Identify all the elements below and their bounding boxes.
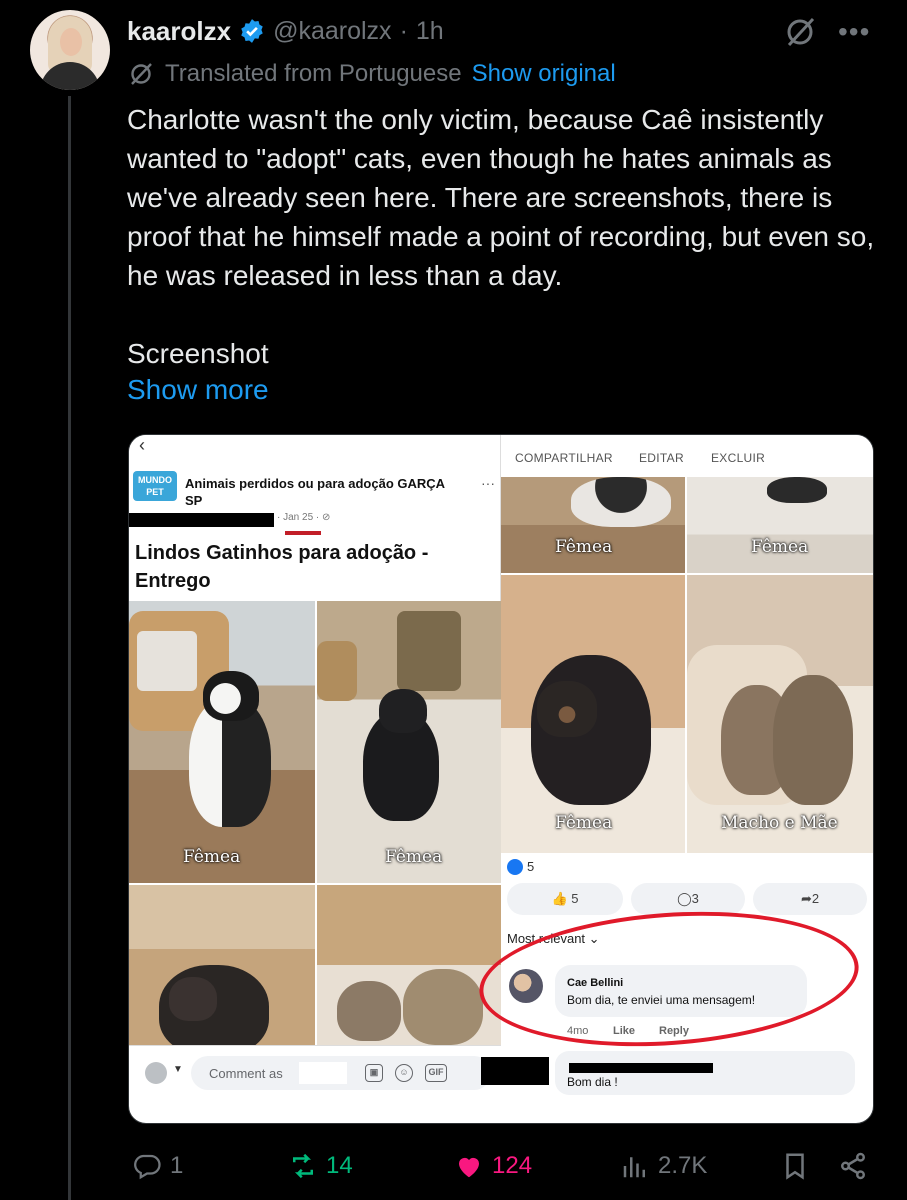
delete-action[interactable]: EXCLUIR (711, 451, 765, 465)
author-handle[interactable]: @kaarolzx (273, 17, 391, 46)
red-highlight-circle (474, 899, 864, 1059)
caption-femea: Fêmea (183, 847, 241, 867)
share-button[interactable] (838, 1148, 868, 1184)
reaction-count: 5 (527, 859, 535, 874)
like-button[interactable]: 124 (454, 1148, 532, 1184)
fb-share-button[interactable]: ➦2 (753, 883, 867, 915)
tweet-actions: 1 14 124 2.7K (128, 1148, 874, 1184)
verified-badge-icon (241, 19, 263, 43)
kitten-photo-8: Macho e Mãe (687, 575, 873, 853)
group-logo: MUNDO PET (133, 471, 177, 501)
kitten-photo-4 (317, 885, 501, 1045)
redaction-bar (129, 513, 274, 527)
avatar[interactable] (30, 10, 110, 90)
fb-post-actions: COMPARTILHAR EDITAR EXCLUIR (501, 435, 873, 477)
post-date: · Jan 25 · ⊘ (277, 512, 331, 523)
share-icon (841, 1152, 865, 1180)
reaction-summary[interactable]: 5 (501, 853, 873, 883)
like-count: 124 (492, 1152, 533, 1179)
caption-femea-2: Fêmea (385, 847, 443, 867)
thread-line (68, 96, 71, 1200)
red-mark (285, 531, 321, 535)
grok-small-icon (131, 63, 152, 85)
author-name[interactable]: kaarolzx (127, 16, 231, 47)
heart-icon (459, 1157, 479, 1178)
edit-action[interactable]: EDITAR (639, 451, 684, 465)
comment2-text: Bom dia ! (567, 1075, 618, 1089)
fb-comment-button[interactable]: ◯3 (631, 883, 745, 915)
redaction-bar-2 (481, 1057, 549, 1085)
post-title: Lindos Gatinhos para adoção - Entrego (135, 542, 429, 592)
tweet-time[interactable]: 1h (416, 17, 444, 46)
redaction-bar-3 (569, 1063, 713, 1073)
user-avatar-icon (145, 1062, 167, 1084)
grok-icon[interactable] (782, 14, 818, 50)
caption-mid-left: Fêmea (555, 813, 613, 833)
caption-mid-right: Macho e Mãe (721, 813, 838, 833)
views-icon (623, 1157, 645, 1178)
group-name: Animais perdidos ou para adoção GARÇA SP (185, 476, 445, 508)
bookmark-icon (786, 1153, 804, 1180)
caption-top-left: Fêmea (555, 537, 613, 557)
views-button[interactable]: 2.7K (620, 1148, 707, 1184)
kitten-photo-1: Fêmea (129, 601, 315, 883)
separator-dot: · (399, 16, 408, 45)
kitten-photo-5: Fêmea (501, 477, 685, 573)
tweet-text: Charlotte wasn't the only victim, becaus… (127, 104, 875, 369)
photo-icon[interactable]: ▣ (365, 1064, 383, 1082)
like-reaction-icon (507, 859, 523, 875)
comment-placeholder: Comment as (209, 1066, 283, 1081)
tweet-media-image[interactable]: ‹ MUNDO PET Animais perdidos ou para ado… (128, 434, 874, 1124)
reply-button[interactable]: 1 (132, 1148, 183, 1184)
repost-button[interactable]: 14 (288, 1148, 353, 1184)
group-more-icon: ··· (481, 475, 495, 491)
bookmark-button[interactable] (780, 1148, 810, 1184)
gif-icon[interactable]: GIF (425, 1064, 447, 1082)
reply-icon (134, 1154, 161, 1180)
fb-like-button[interactable]: 👍 5 (507, 883, 623, 915)
kitten-photo-3 (129, 885, 315, 1045)
kitten-photo-7: Fêmea (501, 575, 685, 853)
kitten-photo-6: Fêmea (687, 477, 873, 573)
translation-notice: Translated from Portuguese Show original (127, 60, 616, 88)
comment-bar: ▼ Comment as ▣ ☺ GIF (129, 1045, 501, 1101)
more-options-icon[interactable]: ••• (838, 18, 870, 46)
share-action[interactable]: COMPARTILHAR (515, 451, 613, 465)
repost-count: 14 (326, 1152, 353, 1179)
caret-down-icon: ▼ (173, 1064, 183, 1075)
show-original-link[interactable]: Show original (472, 60, 616, 88)
views-count: 2.7K (658, 1152, 708, 1179)
tweet-header: kaarolzx @kaarolzx · 1h (127, 14, 444, 48)
caption-top-right: Fêmea (751, 537, 809, 557)
back-arrow-icon: ‹ (139, 435, 145, 455)
redaction-white (299, 1062, 347, 1084)
kitten-photo-2: Fêmea (317, 601, 501, 883)
fb-post-header: ‹ MUNDO PET Animais perdidos ou para ado… (129, 435, 501, 601)
emoji-icon[interactable]: ☺ (395, 1064, 413, 1082)
show-more-link[interactable]: Show more (127, 374, 269, 406)
repost-icon (293, 1153, 313, 1179)
translated-label: Translated from Portuguese (165, 60, 462, 87)
reply-count: 1 (170, 1152, 184, 1179)
